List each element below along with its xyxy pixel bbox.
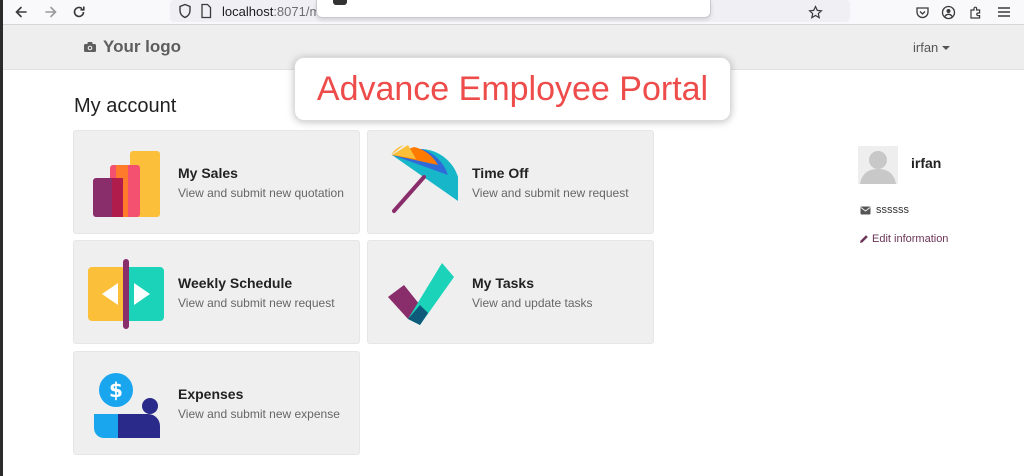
- dollar-coin-icon: $: [88, 366, 164, 442]
- email-text: ssssss: [876, 204, 909, 216]
- popup-panel: [316, 0, 711, 18]
- card-expenses[interactable]: $ Expenses View and submit new expense: [73, 351, 360, 455]
- bookmark-star-icon[interactable]: [806, 3, 824, 21]
- title-banner: Advance Employee Portal: [294, 57, 731, 121]
- card-subtitle: View and update tasks: [472, 296, 593, 310]
- camera-icon: [84, 42, 96, 52]
- card-time-off[interactable]: Time Off View and submit new request: [367, 130, 654, 234]
- edit-information-link[interactable]: Edit information: [859, 233, 948, 245]
- avatar: [858, 146, 898, 184]
- page-title: My account: [74, 95, 177, 117]
- banner-text: Advance Employee Portal: [316, 69, 709, 108]
- card-subtitle: View and submit new quotation: [178, 186, 344, 200]
- menu-icon[interactable]: [995, 3, 1013, 21]
- envelope-icon: [860, 206, 871, 214]
- url-text[interactable]: localhost:8071/m: [222, 4, 320, 19]
- pencil-icon: [860, 235, 868, 243]
- checkmark-icon: [382, 255, 458, 331]
- card-title: Expenses: [178, 386, 244, 402]
- page-icon[interactable]: [200, 3, 212, 23]
- profile-email: ssssss: [860, 204, 909, 216]
- account-icon[interactable]: [939, 3, 957, 21]
- card-title: Weekly Schedule: [178, 275, 293, 291]
- card-my-sales[interactable]: My Sales View and submit new quotation: [73, 130, 360, 234]
- schedule-arrows-icon: [88, 255, 164, 331]
- shield-icon[interactable]: [178, 3, 192, 23]
- svg-text:$: $: [109, 378, 123, 402]
- user-name: irfan: [913, 40, 939, 55]
- site-logo[interactable]: Your logo: [83, 37, 181, 57]
- edit-label: Edit information: [872, 233, 949, 245]
- logo-text: Your logo: [103, 37, 182, 56]
- browser-toolbar: localhost:8071/m: [0, 0, 1024, 25]
- pocket-icon[interactable]: [913, 3, 931, 21]
- reload-icon[interactable]: [70, 3, 88, 21]
- card-title: Time Off: [472, 165, 529, 181]
- desktop-edge: [0, 0, 3, 476]
- extensions-icon[interactable]: [966, 3, 984, 21]
- card-title: My Tasks: [472, 275, 534, 291]
- card-subtitle: View and submit new expense: [178, 407, 340, 421]
- card-my-tasks[interactable]: My Tasks View and update tasks: [367, 240, 654, 344]
- forward-arrow-icon[interactable]: [42, 3, 60, 21]
- profile-name: irfan: [911, 155, 942, 171]
- user-dropdown[interactable]: irfan: [913, 40, 951, 55]
- card-weekly-schedule[interactable]: Weekly Schedule View and submit new requ…: [73, 240, 360, 344]
- back-arrow-icon[interactable]: [12, 3, 30, 21]
- card-subtitle: View and submit new request: [178, 296, 335, 310]
- chevron-down-icon: [942, 45, 951, 50]
- card-subtitle: View and submit new request: [472, 186, 629, 200]
- card-title: My Sales: [178, 165, 238, 181]
- sales-bars-icon: [88, 145, 164, 221]
- umbrella-icon: [382, 145, 460, 221]
